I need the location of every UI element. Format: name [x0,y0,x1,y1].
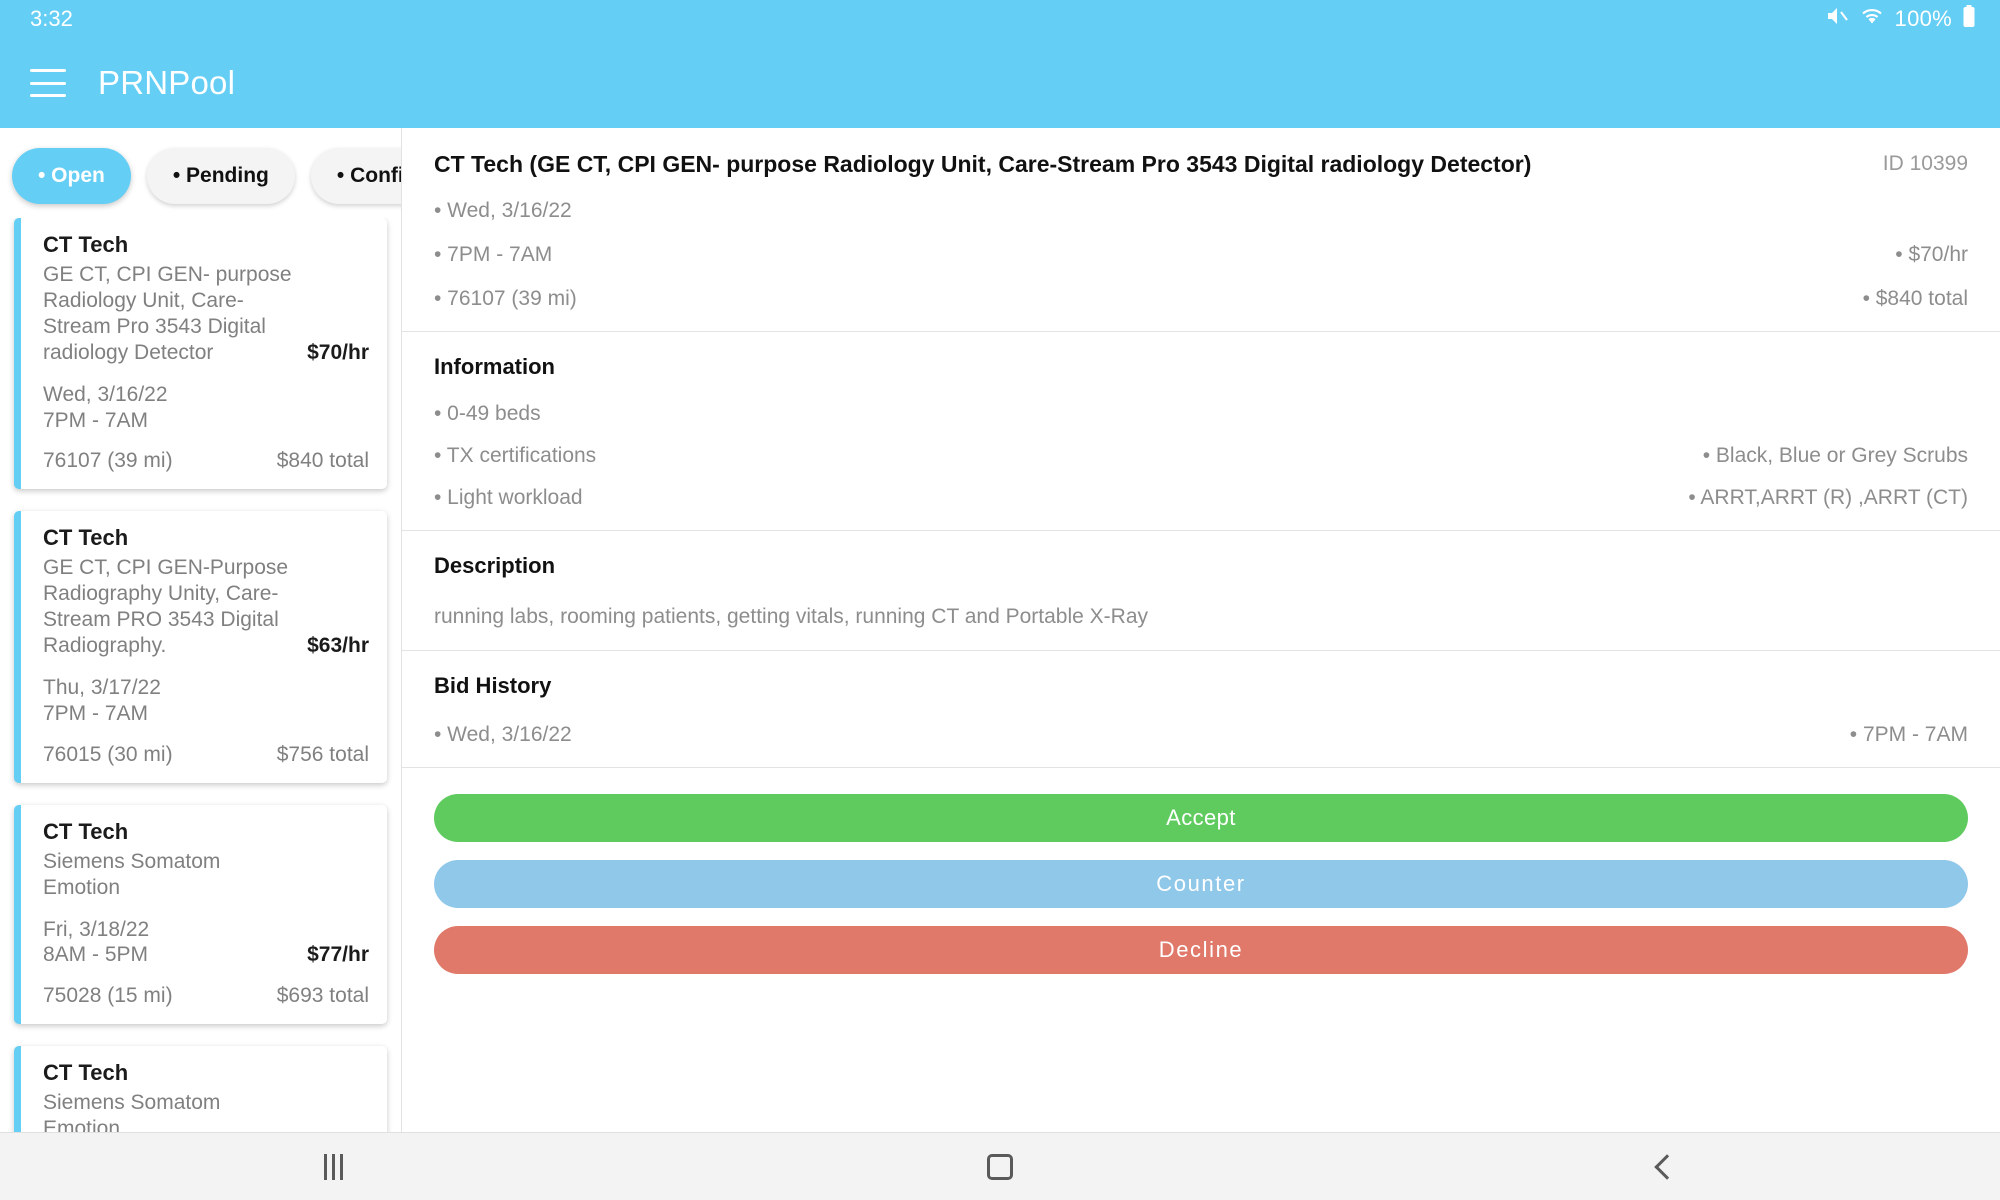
app-root: 3:32 100% PRNPool • Open • Pending • Con… [0,0,2000,1200]
job-card-total: $840 total [276,449,369,473]
battery-percent: 100% [1894,6,1952,31]
job-card-role: CT Tech [43,232,129,257]
job-card[interactable]: CT Tech GE CT, CPI GEN- purpose Radiolog… [14,218,387,490]
information-workload: • Light workload [434,485,583,509]
hamburger-menu-icon[interactable] [30,69,66,97]
job-card-date: Fri, 3/18/22 [43,917,150,941]
detail-row-time: • 7PM - 7AM • $70/hr [434,243,1968,267]
information-row-certifications: • TX certifications • Black, Blue or Gre… [434,444,1968,468]
battery-icon [1962,4,1976,34]
information-section: Information • 0-49 beds • TX certificati… [402,332,2000,531]
job-card-role: CT Tech [43,818,129,844]
mute-icon [1825,4,1849,34]
information-beds: • 0-49 beds [434,401,541,425]
job-card[interactable]: CT Tech Siemens Somatom Emotion [14,1045,387,1132]
back-icon[interactable] [1607,1153,1727,1180]
bid-history-section: Bid History • Wed, 3/16/22 • 7PM - 7AM [402,651,2000,769]
job-card-time: 7PM - 7AM [43,408,149,432]
information-certifications: • TX certifications [434,443,597,467]
bid-history-row: • Wed, 3/16/22 • 7PM - 7AM [434,723,1968,747]
detail-total: • $840 total [1862,286,1968,310]
job-card-date: Wed, 3/16/22 [43,383,168,407]
detail-rate: • $70/hr [1895,242,1968,266]
job-card-date: Thu, 3/17/22 [43,676,161,700]
job-card-location: 76015 (30 mi) [43,742,173,766]
job-detail-panel: CT Tech (GE CT, CPI GEN- purpose Radiolo… [402,128,2000,1132]
job-card-rate: $77/hr [307,942,369,966]
job-card[interactable]: CT Tech GE CT, CPI GEN-Purpose Radiograp… [14,511,387,783]
bid-history-time: • 7PM - 7AM [1849,723,1968,747]
job-card-schedule: Fri, 3/18/22 8AM - 5PM [43,917,149,968]
bid-history-heading: Bid History [434,673,552,699]
description-text: running labs, rooming patients, getting … [434,604,1149,628]
job-card-rate: $70/hr [307,341,369,365]
status-bar: 3:32 100% [0,0,2000,38]
recent-apps-icon[interactable] [273,1153,393,1180]
detail-job-id: ID 10399 [1882,152,1968,175]
job-card[interactable]: CT Tech Siemens Somatom Emotion Fri, 3/1… [14,804,387,1024]
information-dress-code: • Black, Blue or Grey Scrubs [1702,443,1968,467]
detail-location: • 76107 (39 mi) [434,286,577,310]
wifi-icon [1859,5,1885,33]
job-card-equipment: GE CT, CPI GEN- purpose Radiology Unit, … [43,263,292,365]
home-icon[interactable] [940,1153,1060,1180]
information-row-workload: • Light workload • ARRT,ARRT (R) ,ARRT (… [434,486,1968,510]
job-card-equipment: Siemens Somatom Emotion [43,1090,221,1132]
page-title: PRNPool [98,64,236,101]
information-row-beds: • 0-49 beds [434,402,1968,426]
job-card-location: 76107 (39 mi) [43,449,173,473]
android-nav-bar [0,1132,2000,1200]
status-filter-tabs: • Open • Pending • Confirmed [0,128,401,218]
filter-chip-confirmed[interactable]: • Confirmed [310,148,401,204]
job-card-role: CT Tech [43,525,129,551]
job-card-time: 7PM - 7AM [43,702,149,726]
job-card-total: $756 total [276,742,369,766]
detail-row-date: • Wed, 3/16/22 [434,199,1968,223]
job-card-time: 8AM - 5PM [43,943,149,967]
detail-header-section: CT Tech (GE CT, CPI GEN- purpose Radiolo… [402,128,2000,332]
job-card-equipment: GE CT, CPI GEN-Purpose Radiography Unity… [43,556,289,658]
detail-title: CT Tech (GE CT, CPI GEN- purpose Radiolo… [434,151,1532,177]
job-card-rate: $63/hr [307,634,369,658]
job-card-location: 75028 (15 mi) [43,983,173,1007]
detail-time: • 7PM - 7AM [434,242,553,266]
job-list-panel: • Open • Pending • Confirmed CT Tech GE … [0,128,402,1132]
decline-button[interactable]: Decline [434,926,1968,975]
filter-chip-pending[interactable]: • Pending [146,148,295,204]
detail-row-location: • 76107 (39 mi) • $840 total [434,287,1968,311]
job-card-equipment: Siemens Somatom Emotion [43,849,221,899]
status-indicators: 100% [1825,4,1976,34]
main-content: • Open • Pending • Confirmed CT Tech GE … [0,128,2000,1132]
description-section: Description running labs, rooming patien… [402,531,2000,652]
filter-chip-open[interactable]: • Open [12,148,131,204]
counter-button[interactable]: Counter [434,860,1968,909]
job-card-total: $693 total [276,983,369,1007]
app-bar: PRNPool [0,38,2000,128]
job-card-list[interactable]: CT Tech GE CT, CPI GEN- purpose Radiolog… [0,218,401,1132]
description-heading: Description [434,552,556,578]
information-credentials: • ARRT,ARRT (R) ,ARRT (CT) [1688,485,1968,509]
action-buttons: Accept Counter Decline [402,768,2000,984]
job-card-role: CT Tech [43,1059,129,1085]
bid-history-date: • Wed, 3/16/22 [434,723,572,747]
accept-button[interactable]: Accept [434,794,1968,843]
status-time: 3:32 [30,6,73,31]
detail-date: • Wed, 3/16/22 [434,198,572,222]
information-heading: Information [434,353,555,379]
